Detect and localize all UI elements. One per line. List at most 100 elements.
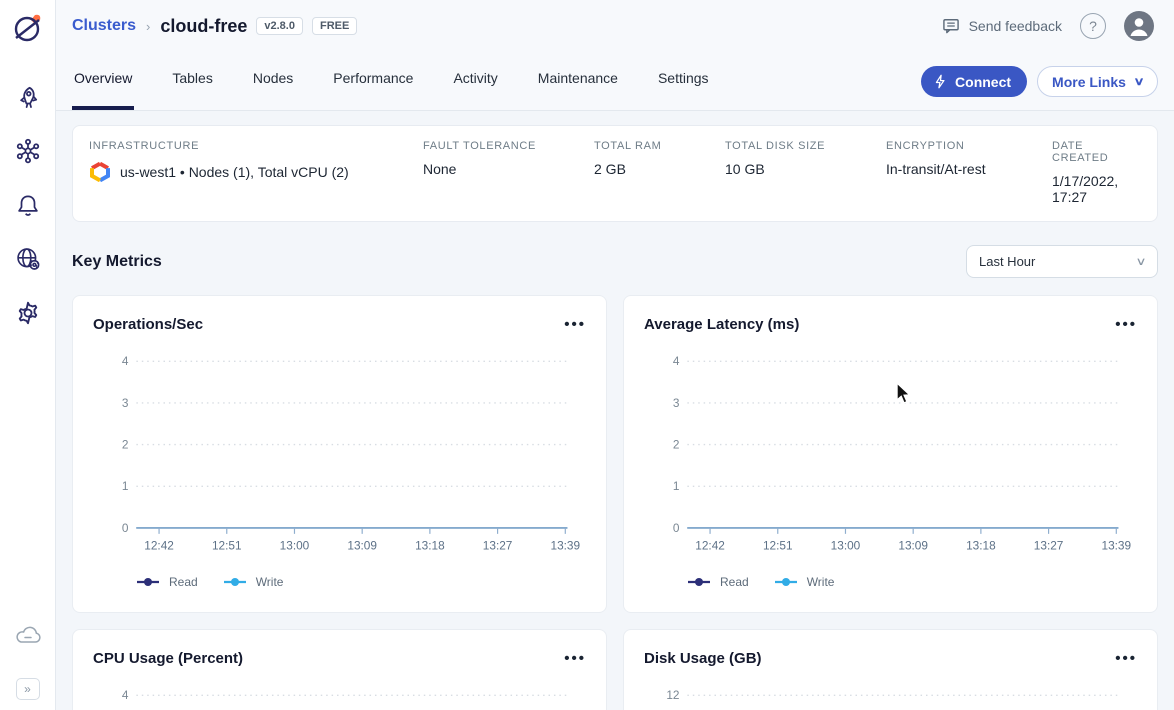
tab-maintenance[interactable]: Maintenance (536, 70, 620, 110)
chevron-down-icon: ∨ (1133, 75, 1144, 88)
svg-text:13:27: 13:27 (483, 539, 513, 553)
help-button[interactable]: ? (1080, 13, 1106, 39)
tab-settings[interactable]: Settings (656, 70, 711, 110)
info-value: 2 GB (594, 161, 725, 177)
info-label: FAULT TOLERANCE (423, 140, 594, 152)
svg-text:13:27: 13:27 (1034, 539, 1064, 553)
time-range-value: Last Hour (979, 254, 1035, 269)
network-globe-gear-icon[interactable] (8, 239, 48, 279)
chart-card-disk: Disk Usage (GB) ••• 12 (623, 629, 1158, 710)
bolt-icon (933, 74, 948, 89)
sidebar: » (0, 0, 56, 710)
svg-text:3: 3 (122, 396, 129, 410)
cloud-icon[interactable] (8, 616, 48, 656)
chart-card-cpu: CPU Usage (Percent) ••• 4 (72, 629, 607, 710)
version-badge: v2.8.0 (256, 17, 303, 35)
cluster-info-strip: INFRASTRUCTURE us-west1 • Nodes (1), Tot… (72, 125, 1158, 222)
chart-title: CPU Usage (Percent) (93, 650, 243, 667)
tab-nodes[interactable]: Nodes (251, 70, 295, 110)
svg-text:4: 4 (122, 354, 129, 368)
time-range-select[interactable]: Last Hour ∨ (966, 245, 1158, 278)
info-infrastructure: INFRASTRUCTURE us-west1 • Nodes (1), Tot… (89, 140, 423, 205)
info-value: 10 GB (725, 161, 886, 177)
chart-card-operations: Operations/Sec ••• 4321012:4212:5113:001… (72, 295, 607, 613)
svg-text:2: 2 (122, 438, 129, 452)
legend-marker-icon (224, 577, 246, 587)
send-feedback-label: Send feedback (969, 18, 1062, 34)
svg-text:13:00: 13:00 (831, 539, 861, 553)
svg-text:13:39: 13:39 (1101, 539, 1131, 553)
tab-activity[interactable]: Activity (451, 70, 499, 110)
breadcrumb-clusters-link[interactable]: Clusters (72, 17, 136, 35)
chart-title: Disk Usage (GB) (644, 650, 762, 667)
cluster-network-icon[interactable] (8, 131, 48, 171)
chart-card-latency: Average Latency (ms) ••• 4321012:4212:51… (623, 295, 1158, 613)
line-chart: 4321012:4212:5113:0013:0913:1813:2713:39 (93, 347, 586, 559)
svg-text:2: 2 (673, 438, 680, 452)
alerts-bell-icon[interactable] (8, 185, 48, 225)
svg-text:13:39: 13:39 (550, 539, 580, 553)
line-chart: 12 (644, 681, 1137, 710)
legend-item-write[interactable]: Write (775, 575, 835, 589)
chart-menu-button[interactable]: ••• (1115, 320, 1137, 330)
key-metrics-title: Key Metrics (72, 253, 162, 271)
user-avatar[interactable] (1124, 11, 1154, 41)
svg-text:0: 0 (673, 521, 680, 535)
chart-menu-button[interactable]: ••• (564, 654, 586, 664)
admin-gear-icon[interactable] (8, 293, 48, 333)
person-icon (1124, 11, 1154, 41)
svg-text:1: 1 (673, 479, 680, 493)
tier-badge: FREE (312, 17, 357, 35)
page-title-cluster-name: cloud-free (160, 16, 247, 37)
info-date-created: DATE CREATED 1/17/2022, 17:27 (1052, 140, 1141, 205)
info-encryption: ENCRYPTION In-transit/At-rest (886, 140, 1052, 205)
tab-performance[interactable]: Performance (331, 70, 415, 110)
line-chart: 4321012:4212:5113:0013:0913:1813:2713:39 (644, 347, 1137, 559)
svg-text:13:09: 13:09 (347, 539, 377, 553)
tab-tables[interactable]: Tables (170, 70, 214, 110)
charts-grid: Operations/Sec ••• 4 3 2 1 0 12:42 12:51 13:00 1… (72, 295, 1158, 710)
topbar: Clusters › cloud-free v2.8.0 FREE Send f… (56, 0, 1174, 52)
svg-text:13:09: 13:09 (898, 539, 928, 553)
rocket-icon[interactable] (8, 77, 48, 117)
more-links-label: More Links (1052, 74, 1126, 90)
connect-button[interactable]: Connect (921, 66, 1027, 97)
info-value: In-transit/At-rest (886, 161, 1052, 177)
chart-menu-button[interactable]: ••• (564, 320, 586, 330)
app-window: » Clusters › cloud-free v2.8.0 FREE Send… (0, 0, 1174, 710)
legend-item-read[interactable]: Read (688, 575, 749, 589)
connect-label: Connect (955, 74, 1011, 90)
line-chart: 4 (93, 681, 586, 710)
send-feedback-button[interactable]: Send feedback (941, 16, 1062, 36)
chart-menu-button[interactable]: ••• (1115, 654, 1137, 664)
svg-text:0: 0 (122, 521, 129, 535)
content-area: INFRASTRUCTURE us-west1 • Nodes (1), Tot… (56, 111, 1174, 710)
svg-text:12:51: 12:51 (763, 539, 793, 553)
svg-text:12:42: 12:42 (144, 539, 174, 553)
more-links-button[interactable]: More Links ∨ (1037, 66, 1158, 97)
info-total-disk: TOTAL DISK SIZE 10 GB (725, 140, 886, 205)
brand-logo-planet-icon[interactable] (10, 10, 46, 51)
info-label: ENCRYPTION (886, 140, 1052, 152)
legend-marker-icon (775, 577, 797, 587)
expand-sidebar-button[interactable]: » (16, 678, 40, 700)
info-value: None (423, 161, 594, 177)
info-label: DATE CREATED (1052, 140, 1141, 164)
tab-overview[interactable]: Overview (72, 70, 134, 110)
info-label: INFRASTRUCTURE (89, 140, 423, 152)
chart-title: Operations/Sec (93, 316, 203, 333)
info-total-ram: TOTAL RAM 2 GB (594, 140, 725, 205)
legend-item-read[interactable]: Read (137, 575, 198, 589)
legend-label: Write (256, 575, 284, 589)
key-metrics-header: Key Metrics Last Hour ∨ (72, 245, 1158, 278)
svg-text:4: 4 (673, 354, 680, 368)
legend-marker-icon (137, 577, 159, 587)
chart-title: Average Latency (ms) (644, 316, 799, 333)
feedback-chat-icon (941, 16, 961, 36)
svg-text:12:51: 12:51 (212, 539, 242, 553)
info-label: TOTAL DISK SIZE (725, 140, 886, 152)
legend-item-write[interactable]: Write (224, 575, 284, 589)
info-fault-tolerance: FAULT TOLERANCE None (423, 140, 594, 205)
info-value: 1/17/2022, 17:27 (1052, 173, 1141, 205)
legend-marker-icon (688, 577, 710, 587)
